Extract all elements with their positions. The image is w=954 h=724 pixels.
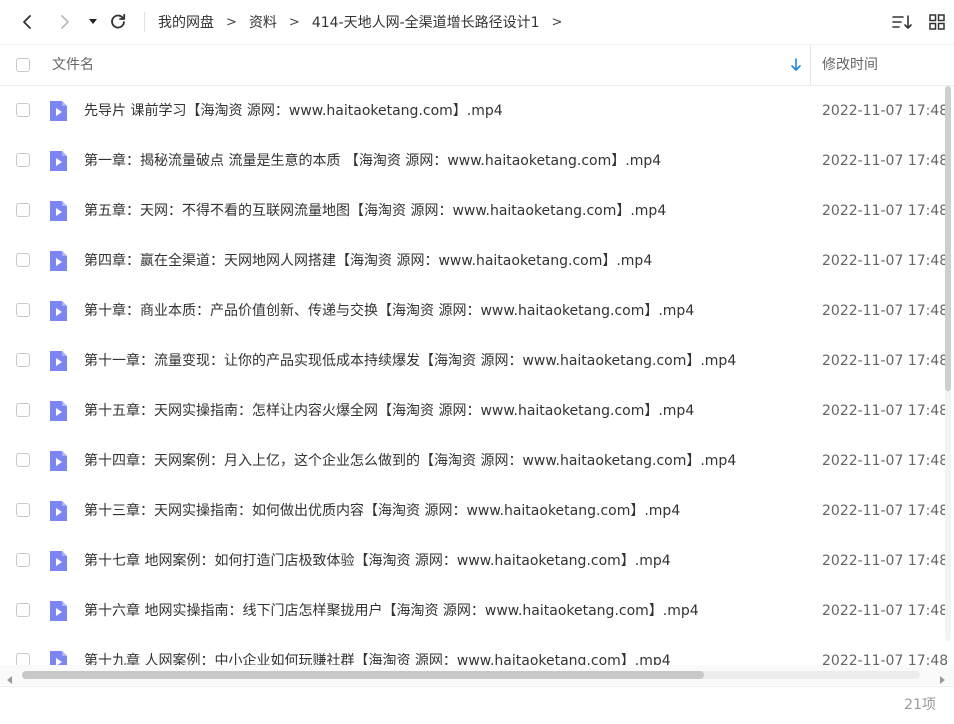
vertical-scrollbar-thumb[interactable]: [945, 86, 951, 392]
breadcrumb-item-current[interactable]: 414-天地人网-全渠道增长路径设计1: [312, 12, 540, 32]
list-header: 文件名 修改时间: [0, 44, 954, 86]
video-file-icon: [50, 401, 67, 421]
sort-button[interactable]: [890, 11, 914, 33]
breadcrumb-separator: >: [226, 14, 237, 30]
caret-right-icon: [940, 676, 945, 684]
file-modified-time: 2022-11-07 17:48: [822, 553, 949, 569]
video-file-icon: [50, 651, 67, 665]
file-checkbox[interactable]: [16, 453, 30, 467]
file-modified-time: 2022-11-07 17:48: [822, 353, 949, 369]
file-modified-time: 2022-11-07 17:48: [822, 453, 949, 469]
video-file-icon: [50, 151, 67, 171]
file-modified-time: 2022-11-07 17:48: [822, 403, 949, 419]
file-name[interactable]: 第五章：天网：不得不看的互联网流量地图【海淘资 源网：www.haitaoket…: [84, 186, 666, 236]
history-dropdown-button[interactable]: [80, 8, 106, 36]
chevron-right-icon: [61, 15, 69, 29]
chevron-left-icon: [23, 15, 31, 29]
file-checkbox[interactable]: [16, 503, 30, 517]
breadcrumb-item-folder[interactable]: 资料: [249, 12, 277, 32]
file-row[interactable]: 第十一章：流量变现：让你的产品实现低成本持续爆发【海淘资 源网：www.hait…: [0, 336, 954, 386]
horizontal-scrollbar-thumb[interactable]: [22, 671, 705, 679]
file-row[interactable]: 第十五章：天网实操指南：怎样让内容火爆全网【海淘资 源网：www.haitaok…: [0, 386, 954, 436]
video-file-icon: [50, 501, 67, 521]
grid-view-button[interactable]: [925, 11, 949, 33]
toolbar: 我的网盘 > 资料 > 414-天地人网-全渠道增长路径设计1 >: [0, 0, 954, 44]
back-button[interactable]: [14, 8, 40, 36]
file-modified-time: 2022-11-07 17:48: [822, 203, 949, 219]
file-modified-time: 2022-11-07 17:48: [822, 303, 949, 319]
caret-down-icon: [89, 19, 97, 24]
refresh-icon: [111, 13, 126, 29]
video-file-icon: [50, 601, 67, 621]
file-row[interactable]: 第十三章：天网实操指南：如何做出优质内容【海淘资 源网：www.haitaoke…: [0, 486, 954, 536]
file-modified-time: 2022-11-07 17:48: [822, 153, 949, 169]
file-modified-time: 2022-11-07 17:48: [822, 103, 949, 119]
file-name[interactable]: 第十七章 地网案例：如何打造门店极致体验【海淘资 源网：www.haitaoke…: [84, 536, 671, 586]
file-row[interactable]: 第十四章：天网案例：月入上亿，这个企业怎么做到的【海淘资 源网：www.hait…: [0, 436, 954, 486]
file-checkbox[interactable]: [16, 303, 30, 317]
breadcrumb: 我的网盘 > 资料 > 414-天地人网-全渠道增长路径设计1 >: [158, 0, 574, 44]
column-header-modified-time[interactable]: 修改时间: [822, 45, 878, 85]
breadcrumb-item-root[interactable]: 我的网盘: [158, 12, 214, 32]
status-bar: 21项: [0, 686, 954, 721]
file-name[interactable]: 第十六章 地网实操指南：线下门店怎样聚拢用户【海淘资 源网：www.haitao…: [84, 586, 699, 636]
breadcrumb-separator: >: [288, 14, 300, 30]
grid-view-icon: [929, 14, 945, 30]
file-row[interactable]: 第十九章 人网案例：中小企业如何玩赚社群【海淘资 源网：www.haitaoke…: [0, 636, 954, 665]
file-checkbox[interactable]: [16, 253, 30, 267]
breadcrumb-separator: >: [551, 14, 563, 30]
file-modified-time: 2022-11-07 17:48: [822, 603, 949, 619]
file-name[interactable]: 第十三章：天网实操指南：如何做出优质内容【海淘资 源网：www.haitaoke…: [84, 486, 680, 536]
item-count: 21项: [904, 697, 936, 713]
toolbar-divider: [144, 12, 145, 32]
file-row[interactable]: 第十六章 地网实操指南：线下门店怎样聚拢用户【海淘资 源网：www.haitao…: [0, 586, 954, 636]
file-checkbox[interactable]: [16, 103, 30, 117]
video-file-icon: [50, 101, 67, 121]
file-modified-time: 2022-11-07 17:48: [822, 253, 949, 269]
file-row[interactable]: 第四章：赢在全渠道：天网地网人网搭建【海淘资 源网：www.haitaoketa…: [0, 236, 954, 286]
file-name[interactable]: 第一章：揭秘流量破点 流量是生意的本质 【海淘资 源网：www.haitaoke…: [84, 136, 661, 186]
column-header-name[interactable]: 文件名: [52, 45, 94, 85]
file-row[interactable]: 第十章：商业本质：产品价值创新、传递与交换【海淘资 源网：www.haitaok…: [0, 286, 954, 336]
video-file-icon: [50, 251, 67, 271]
vertical-scrollbar[interactable]: [945, 86, 951, 641]
horizontal-scrollbar-track[interactable]: [22, 671, 920, 679]
file-modified-time: 2022-11-07 17:48: [822, 653, 949, 665]
file-name[interactable]: 第十五章：天网实操指南：怎样让内容火爆全网【海淘资 源网：www.haitaok…: [84, 386, 694, 436]
file-row[interactable]: 第一章：揭秘流量破点 流量是生意的本质 【海淘资 源网：www.haitaoke…: [0, 136, 954, 186]
file-checkbox[interactable]: [16, 203, 30, 217]
caret-left-icon: [7, 676, 12, 684]
file-checkbox[interactable]: [16, 653, 30, 665]
file-name[interactable]: 先导片 课前学习【海淘资 源网：www.haitaoketang.com】.mp…: [84, 86, 503, 136]
file-name[interactable]: 第四章：赢在全渠道：天网地网人网搭建【海淘资 源网：www.haitaoketa…: [84, 236, 652, 286]
select-all-checkbox[interactable]: [16, 58, 30, 72]
video-file-icon: [50, 351, 67, 371]
file-name[interactable]: 第十一章：流量变现：让你的产品实现低成本持续爆发【海淘资 源网：www.hait…: [84, 336, 736, 386]
video-file-icon: [50, 201, 67, 221]
file-modified-time: 2022-11-07 17:48: [822, 503, 949, 519]
file-row[interactable]: 第五章：天网：不得不看的互联网流量地图【海淘资 源网：www.haitaoket…: [0, 186, 954, 236]
file-list: 先导片 课前学习【海淘资 源网：www.haitaoketang.com】.mp…: [0, 86, 954, 665]
video-file-icon: [50, 551, 67, 571]
video-file-icon: [50, 301, 67, 321]
video-file-icon: [50, 451, 67, 471]
file-row[interactable]: 第十七章 地网案例：如何打造门店极致体验【海淘资 源网：www.haitaoke…: [0, 536, 954, 586]
file-checkbox[interactable]: [16, 153, 30, 167]
column-divider[interactable]: [810, 45, 811, 85]
horizontal-scrollbar[interactable]: [0, 665, 954, 685]
file-name[interactable]: 第十章：商业本质：产品价值创新、传递与交换【海淘资 源网：www.haitaok…: [84, 286, 694, 336]
file-checkbox[interactable]: [16, 553, 30, 567]
refresh-button[interactable]: [105, 8, 131, 36]
arrow-down-icon: [791, 58, 801, 71]
file-checkbox[interactable]: [16, 353, 30, 367]
file-row[interactable]: 先导片 课前学习【海淘资 源网：www.haitaoketang.com】.mp…: [0, 86, 954, 136]
file-checkbox[interactable]: [16, 403, 30, 417]
sort-direction-button[interactable]: [790, 57, 802, 76]
file-name[interactable]: 第十四章：天网案例：月入上亿，这个企业怎么做到的【海淘资 源网：www.hait…: [84, 436, 736, 486]
file-checkbox[interactable]: [16, 603, 30, 617]
sort-list-icon: [892, 15, 912, 29]
forward-button[interactable]: [52, 8, 78, 36]
file-name[interactable]: 第十九章 人网案例：中小企业如何玩赚社群【海淘资 源网：www.haitaoke…: [84, 636, 671, 665]
